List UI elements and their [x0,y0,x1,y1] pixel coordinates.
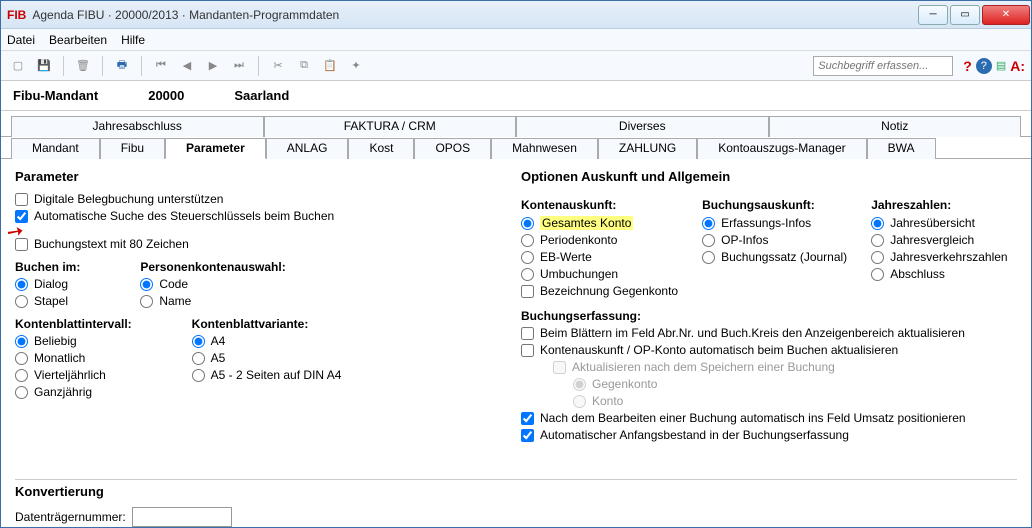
client-number: 20000 [148,88,184,103]
chk-buchungstext80[interactable]: Buchungstext mit 80 Zeichen [15,237,511,251]
client-label: Fibu-Mandant [13,88,98,103]
konvertierung-group: Konvertierung Datenträgernummer: [1,479,1031,527]
tab-faktura[interactable]: FAKTURA / CRM [264,116,517,137]
buchungsauskunft-h: Buchungsauskunft: [702,198,847,212]
chk-nach-bearbeiten[interactable]: Nach dem Bearbeiten einer Buchung automa… [521,411,1017,425]
rad-jahresvergleich[interactable]: Jahresvergleich [871,233,1007,247]
rad-monatlich[interactable]: Monatlich [15,351,132,365]
rad-code[interactable]: Code [140,277,285,291]
rad-stapel[interactable]: Stapel [15,294,80,308]
minimize-button[interactable]: ─ [918,5,948,25]
rad-buchungssatz[interactable]: Buchungssatz (Journal) [702,250,847,264]
rad-abschluss[interactable]: Abschluss [871,267,1007,281]
tabs: Jahresabschluss FAKTURA / CRM Diverses N… [1,111,1031,159]
buchen-im-label: Buchen im: [15,260,80,274]
datentraeger-input[interactable] [132,507,232,527]
tab-diverses[interactable]: Diverses [516,116,769,137]
tab-mandant[interactable]: Mandant [11,138,100,159]
tab-bwa[interactable]: BWA [867,138,936,159]
close-button[interactable]: ✕ [982,5,1030,25]
help-info-icon[interactable]: ? [976,58,992,74]
options-title: Optionen Auskunft und Allgemein [521,169,1017,184]
tab-opos[interactable]: OPOS [414,138,491,159]
new-icon[interactable]: ▢ [7,55,29,77]
chk-auto-anfang[interactable]: Automatischer Anfangsbestand in der Buch… [521,428,1017,442]
tab-parameter[interactable]: Parameter [165,138,266,159]
tab-jahresabschluss[interactable]: Jahresabschluss [11,116,264,137]
menu-hilfe[interactable]: Hilfe [121,33,145,47]
next-icon[interactable]: ▶ [202,55,224,77]
tab-fibu[interactable]: Fibu [100,138,165,159]
rad-a5din[interactable]: A5 - 2 Seiten auf DIN A4 [192,368,342,382]
rad-beliebig[interactable]: Beliebig [15,334,132,348]
tab-notiz[interactable]: Notiz [769,116,1022,137]
chk-bez-gegen[interactable]: Bezeichnung Gegenkonto [521,284,678,298]
last-icon[interactable]: ⏭ [228,55,250,77]
menu-datei[interactable]: Datei [7,33,35,47]
book-icon[interactable]: ▤ [996,59,1006,72]
prev-icon[interactable]: ◀ [176,55,198,77]
save-icon[interactable]: 💾 [33,55,55,77]
tab-mahnwesen[interactable]: Mahnwesen [491,138,598,159]
rad-opinfos[interactable]: OP-Infos [702,233,847,247]
tool-icon[interactable]: ✦ [345,55,367,77]
rad-gesamtes[interactable]: Gesamtes Konto [521,216,678,230]
rad-jahresverkehr[interactable]: Jahresverkehrszahlen [871,250,1007,264]
menu-bearbeiten[interactable]: Bearbeiten [49,33,107,47]
rad-gegenkonto: Gegenkonto [573,377,1017,391]
kontenauskunft-h: Kontenauskunft: [521,198,678,212]
search-input[interactable] [813,56,953,76]
rad-a4[interactable]: A4 [192,334,342,348]
rad-konto: Konto [573,394,1017,408]
tab-zahlung[interactable]: ZAHLUNG [598,138,697,159]
kbi-label: Kontenblattintervall: [15,317,132,331]
rad-vierteljaehrlich[interactable]: Vierteljährlich [15,368,132,382]
tab-kost[interactable]: Kost [348,138,414,159]
tab-kontoauszug[interactable]: Kontoauszugs-Manager [697,138,866,159]
delete-icon[interactable]: 🗑 [72,55,94,77]
chk-blaettern[interactable]: Beim Blättern im Feld Abr.Nr. und Buch.K… [521,326,1017,340]
tab-anlag[interactable]: ANLAG [266,138,349,159]
chk-digital[interactable]: Digitale Belegbuchung unterstützen [15,192,511,206]
datentraeger-label: Datenträgernummer: [15,510,126,524]
rad-dialog[interactable]: Dialog [15,277,80,291]
main-window: FIB Agenda FIBU · 20000/2013 · Mandanten… [0,0,1032,528]
help-question-icon[interactable]: ? [963,58,972,74]
buchungserfassung-h: Buchungserfassung: [521,309,1017,323]
client-name: Saarland [234,88,289,103]
chk-autosteuer[interactable]: Automatische Suche des Steuerschlüssels … [15,209,511,223]
konvertierung-title: Konvertierung [15,484,1017,499]
copy-icon[interactable]: ⧉ [293,55,315,77]
parameter-group: ➚ Parameter Digitale Belegbuchung unters… [15,169,511,469]
rad-ebwerte[interactable]: EB-Werte [521,250,678,264]
personen-label: Personenkontenauswahl: [140,260,285,274]
paste-icon[interactable]: 📋 [319,55,341,77]
chk-kontenauskunft-auto[interactable]: Kontenauskunft / OP-Konto automatisch be… [521,343,1017,357]
client-bar: Fibu-Mandant 20000 Saarland [1,81,1031,111]
agenda-a-icon[interactable]: A: [1010,58,1025,74]
toolbar: ▢ 💾 🗑 🖶 ⏮ ◀ ▶ ⏭ ✂ ⧉ 📋 ✦ ? ? ▤ A: [1,51,1031,81]
rad-jahresueber[interactable]: Jahresübersicht [871,216,1007,230]
chk-aktualisieren-nach: Aktualisieren nach dem Speichern einer B… [553,360,1017,374]
options-group: Optionen Auskunft und Allgemein Kontenau… [521,169,1017,469]
rad-ganzjaehrig[interactable]: Ganzjährig [15,385,132,399]
rad-a5[interactable]: A5 [192,351,342,365]
first-icon[interactable]: ⏮ [150,55,172,77]
app-icon: FIB [7,8,26,22]
print-icon[interactable]: 🖶 [111,55,133,77]
parameter-title: Parameter [15,169,511,184]
cut-icon[interactable]: ✂ [267,55,289,77]
menubar: Datei Bearbeiten Hilfe [1,29,1031,51]
rad-name[interactable]: Name [140,294,285,308]
jahreszahlen-h: Jahreszahlen: [871,198,1007,212]
maximize-button[interactable]: ▭ [950,5,980,25]
rad-umbuchungen[interactable]: Umbuchungen [521,267,678,281]
rad-periodenkonto[interactable]: Periodenkonto [521,233,678,247]
kbv-label: Kontenblattvariante: [192,317,342,331]
titlebar: FIB Agenda FIBU · 20000/2013 · Mandanten… [1,1,1031,29]
rad-erfassung[interactable]: Erfassungs-Infos [702,216,847,230]
window-title: Agenda FIBU · 20000/2013 · Mandanten-Pro… [32,8,917,22]
